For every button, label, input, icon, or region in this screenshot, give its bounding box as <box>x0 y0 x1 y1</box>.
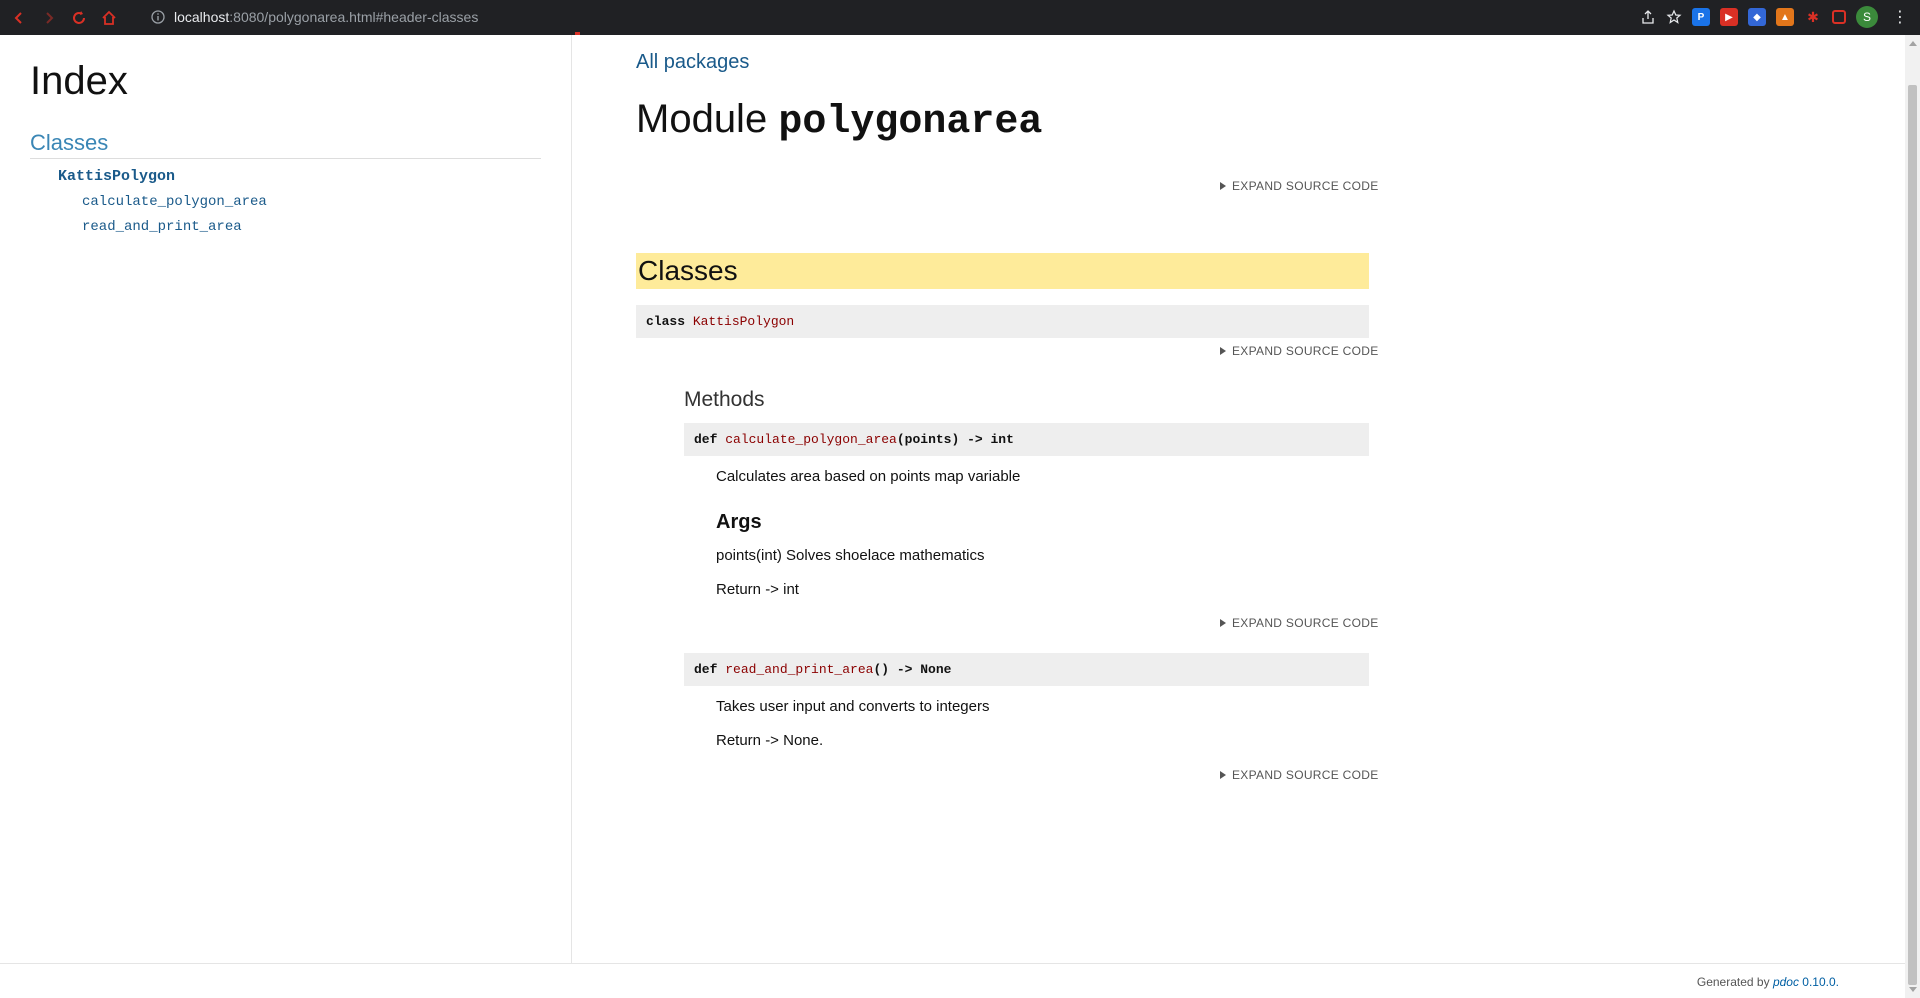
method-docstring: Takes user input and converts to integer… <box>716 698 990 715</box>
args-heading: Args <box>716 511 762 533</box>
sidepanel-icon[interactable] <box>1832 10 1846 24</box>
sidebar-method-link[interactable]: calculate_polygon_area <box>82 194 267 210</box>
scroll-thumb[interactable] <box>1908 85 1917 985</box>
site-info-icon[interactable] <box>150 9 166 25</box>
url-text: localhost:8080/polygonarea.html#header-c… <box>174 9 479 25</box>
module-name: polygonarea <box>778 100 1043 145</box>
method-name: calculate_polygon_area <box>725 432 897 447</box>
forward-icon[interactable] <box>38 7 60 29</box>
profile-avatar[interactable]: S <box>1856 6 1878 28</box>
address-bar[interactable]: localhost:8080/polygonarea.html#header-c… <box>140 4 1520 30</box>
extension-shield-icon[interactable]: ◆ <box>1748 8 1766 26</box>
method-docstring: Calculates area based on points map vari… <box>716 468 1021 485</box>
share-icon[interactable] <box>1640 9 1656 25</box>
methods-title: Methods <box>684 388 765 411</box>
reload-icon[interactable] <box>68 7 90 29</box>
triangle-right-icon <box>1220 182 1226 190</box>
arg-description: points(int) Solves shoelace mathematics <box>716 547 985 564</box>
extension-play-icon[interactable]: ▶ <box>1720 8 1738 26</box>
method-signature: def read_and_print_area() -> None <box>684 653 1369 686</box>
pdoc-link[interactable]: pdoc <box>1773 975 1799 989</box>
index-title: Index <box>30 59 128 103</box>
scroll-up-icon[interactable] <box>1909 41 1917 46</box>
bookmark-star-icon[interactable] <box>1666 9 1682 25</box>
classes-header: Classes <box>636 253 1369 289</box>
extension-p-icon[interactable]: P <box>1692 8 1710 26</box>
triangle-right-icon <box>1220 347 1226 355</box>
sidebar-class-link[interactable]: KattisPolygon <box>58 168 175 185</box>
expand-source-toggle[interactable]: EXPAND SOURCE CODE <box>1220 179 1379 193</box>
expand-source-toggle[interactable]: EXPAND SOURCE CODE <box>1220 768 1379 782</box>
generated-by-text: Generated by pdoc 0.10.0. <box>1696 975 1839 989</box>
expand-source-toggle[interactable]: EXPAND SOURCE CODE <box>1220 344 1379 358</box>
back-icon[interactable] <box>8 7 30 29</box>
extensions-puzzle-icon[interactable]: ✱ <box>1804 8 1822 26</box>
extension-fox-icon[interactable]: ▲ <box>1776 8 1794 26</box>
extensions-bar: P ▶ ◆ ▲ ✱ S ⋮ <box>1640 6 1908 28</box>
all-packages-link[interactable]: All packages <box>636 51 749 74</box>
class-name: KattisPolygon <box>692 314 795 329</box>
page-scrollbar[interactable] <box>1905 35 1920 998</box>
triangle-right-icon <box>1220 619 1226 627</box>
method-signature: def calculate_polygon_area(points) -> in… <box>684 423 1369 456</box>
triangle-right-icon <box>1220 771 1226 779</box>
expand-source-toggle[interactable]: EXPAND SOURCE CODE <box>1220 616 1379 630</box>
class-signature: class KattisPolygon <box>636 305 1369 338</box>
sidebar-index: Index Classes KattisPolygon calculate_po… <box>0 35 572 963</box>
browser-toolbar: localhost:8080/polygonarea.html#header-c… <box>0 0 1920 35</box>
method-name: read_and_print_area <box>725 662 874 677</box>
main-content: All packages Module polygonarea EXPAND S… <box>573 35 1905 963</box>
return-description: Return -> None. <box>716 732 824 749</box>
return-description: Return -> int <box>716 581 799 598</box>
home-icon[interactable] <box>98 7 120 29</box>
sidebar-classes-heading[interactable]: Classes <box>30 130 541 159</box>
scroll-down-icon[interactable] <box>1909 987 1917 992</box>
module-title: Module polygonarea <box>636 97 1043 145</box>
page-footer: Generated by pdoc 0.10.0. <box>0 963 1905 998</box>
menu-icon[interactable]: ⋮ <box>1892 7 1908 27</box>
sidebar-method-link[interactable]: read_and_print_area <box>82 219 242 235</box>
